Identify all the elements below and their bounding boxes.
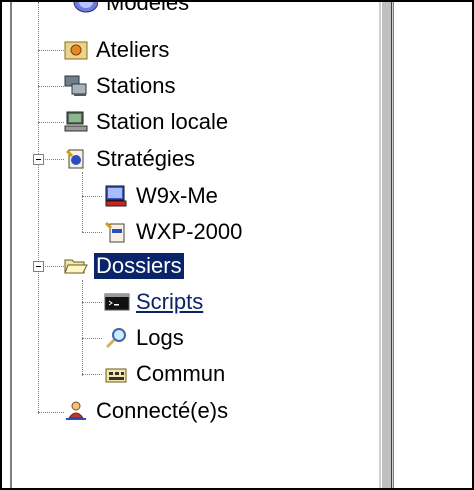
tree-item-connectes[interactable]: Connecté(e)s [64,398,230,424]
tree-item-stations[interactable]: Stations [64,73,178,99]
scrollbar-thumb[interactable] [381,2,392,488]
collapse-strategies-button[interactable] [33,154,44,165]
connected-user-icon [64,400,88,422]
tree-item-label: Modèles [106,2,190,15]
tree-item-label: Stations [96,73,176,98]
wxp-policy-icon [104,221,128,243]
tree-item-label: Dossiers [94,253,184,279]
details-pane [394,2,472,488]
tree-item-label: Stratégies [96,146,196,171]
vertical-scrollbar[interactable] [378,2,394,488]
shared-folder-icon [104,363,128,385]
tree-line [82,302,102,303]
tree-line [38,412,64,413]
tree-item-label: Connecté(e)s [96,398,229,423]
tree-line [82,338,102,339]
tree-item-scripts[interactable]: Scripts [104,289,205,315]
local-computer-icon [64,111,88,133]
magnifier-icon [104,327,128,349]
policy-icon [64,148,88,170]
tree-item-label: WXP-2000 [136,219,243,244]
tree-line [38,122,64,123]
tree-item-label: Commun [136,361,226,386]
tree-item-label: Station locale [96,109,229,134]
tree-item-strategies[interactable]: Stratégies [64,146,197,172]
tree-line [38,50,64,51]
tree-item-commun[interactable]: Commun [104,361,227,387]
tree-line [38,86,64,87]
tree-item-label: W9x-Me [136,183,218,208]
tree-item-label: Logs [136,325,184,350]
tree-line [82,374,102,375]
tree-item-ateliers[interactable]: Ateliers [64,37,171,63]
tree-line [38,2,39,414]
tree-line [82,172,83,232]
tree-item-modeles[interactable]: Modèles [64,2,191,16]
tree-item-logs[interactable]: Logs [104,325,186,351]
tree-item-station-locale[interactable]: Station locale [64,109,230,135]
computers-icon [64,75,88,97]
tree-item-label: Ateliers [96,37,170,62]
tree-line [82,232,102,233]
tree-item-dossiers[interactable]: Dossiers [64,253,184,279]
open-folder-icon [64,255,88,277]
tree-item-wxp-2000[interactable]: WXP-2000 [104,219,244,245]
window-frame: Modèles Ateliers Stations Station locale [0,0,474,490]
globe-icon [64,2,99,14]
tree-item-w9x-me[interactable]: W9x-Me [104,183,220,209]
console-icon [104,291,130,313]
workshop-icon [64,39,88,61]
w9x-policy-icon [104,185,128,207]
tree-item-label: Scripts [136,289,204,314]
tree-view[interactable]: Modèles Ateliers Stations Station locale [10,2,380,488]
tree-line [82,280,83,376]
tree-line [82,196,102,197]
collapse-dossiers-button[interactable] [33,261,44,272]
